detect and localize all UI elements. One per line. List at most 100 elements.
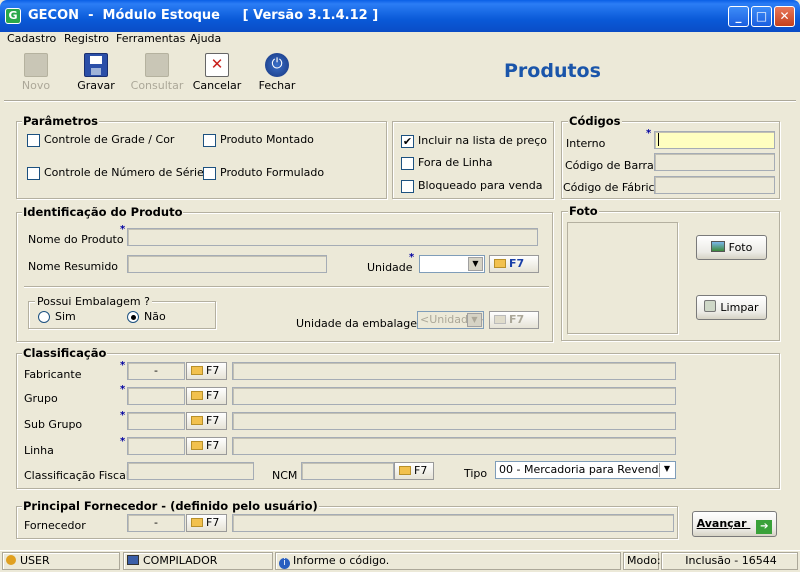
- limpar-button-label: Limpar: [720, 301, 759, 314]
- codigo-fabrica-label: Código de Fábrica: [563, 181, 662, 194]
- novo-label: Novo: [21, 79, 51, 92]
- fornecedor-name-input[interactable]: [232, 514, 674, 532]
- folder-icon: [191, 391, 203, 400]
- limpar-button[interactable]: Limpar: [696, 295, 767, 320]
- chevron-down-icon[interactable]: ▼: [468, 257, 483, 271]
- menu-cadastro[interactable]: Cadastro: [7, 32, 56, 45]
- identificacao-title: Identificação do Produto: [22, 205, 184, 219]
- interno-input[interactable]: [654, 131, 775, 149]
- fornecedor-f7-button[interactable]: F7: [186, 514, 227, 532]
- f7-label: F7: [206, 439, 220, 452]
- unidade-required-mark: *: [409, 252, 415, 263]
- chevron-down-icon[interactable]: ▼: [659, 463, 674, 477]
- controle-serie-checkbox[interactable]: [27, 167, 40, 180]
- nao-label: Não: [144, 310, 166, 323]
- controle-grade-checkbox[interactable]: [27, 134, 40, 147]
- folder-icon: [191, 416, 203, 425]
- sub-grupo-name-input[interactable]: [232, 412, 676, 430]
- unidade-dropdown[interactable]: ▼: [419, 255, 485, 273]
- folder-icon: [494, 315, 506, 324]
- identificacao-divider: [24, 286, 549, 288]
- produto-formulado-checkbox[interactable]: [203, 167, 216, 180]
- nome-resumido-input[interactable]: [127, 255, 327, 273]
- menu-registro[interactable]: Registro: [64, 32, 109, 45]
- codigo-barra-label: Código de Barra: [565, 159, 654, 172]
- sub-grupo-f7-button[interactable]: F7: [186, 412, 227, 430]
- close-button[interactable]: ✕: [774, 6, 795, 27]
- fechar-button[interactable]: ⏻ Fechar: [249, 52, 305, 98]
- linha-f7-button[interactable]: F7: [186, 437, 227, 455]
- tipo-dropdown[interactable]: 00 - Mercadoria para Revenda ▼: [495, 461, 676, 479]
- novo-button[interactable]: Novo: [8, 52, 64, 98]
- consultar-button[interactable]: Consultar: [129, 52, 185, 98]
- unidade-embalagem-f7-button[interactable]: F7: [489, 311, 539, 329]
- fabricante-f7-button[interactable]: F7: [186, 362, 227, 380]
- fora-linha-checkbox[interactable]: [401, 157, 414, 170]
- nome-produto-required-mark: *: [120, 224, 126, 235]
- bloqueado-checkbox[interactable]: [401, 180, 414, 193]
- sim-radio[interactable]: [38, 311, 50, 323]
- classificacao-title: Classificação: [22, 346, 108, 360]
- status-message: i Informe o código.: [275, 552, 621, 570]
- fornecedor-code-input[interactable]: -: [127, 514, 185, 532]
- codigo-fabrica-input[interactable]: [654, 176, 775, 194]
- grupo-required-mark: *: [120, 384, 126, 395]
- codigo-barra-input[interactable]: [654, 153, 775, 171]
- power-icon: ⏻: [265, 53, 289, 77]
- grupo-label: Grupo: [24, 392, 58, 405]
- cancelar-button[interactable]: ✕ Cancelar: [189, 52, 245, 98]
- ncm-label: NCM: [272, 469, 298, 482]
- incluir-lista-checkbox[interactable]: ✔: [401, 135, 414, 148]
- embalagem-title: Possui Embalagem ?: [35, 295, 152, 308]
- unidade-embalagem-dropdown[interactable]: <Unidade> ▼: [417, 311, 484, 329]
- tipo-label: Tipo: [464, 467, 488, 480]
- save-icon: [84, 53, 108, 77]
- classificacao-fiscal-label: Classificação Fiscal: [24, 469, 129, 482]
- folder-icon: [399, 466, 411, 475]
- linha-label: Linha: [24, 444, 54, 457]
- grupo-f7-button[interactable]: F7: [186, 387, 227, 405]
- avancar-label: Avançar: [696, 517, 747, 530]
- maximize-button[interactable]: □: [751, 6, 772, 27]
- app-icon: G: [5, 8, 21, 24]
- unidade-label: Unidade: [367, 261, 413, 274]
- fabricante-name-input[interactable]: [232, 362, 676, 380]
- unidade-f7-button[interactable]: F7: [489, 255, 539, 273]
- f7-label: F7: [206, 389, 220, 402]
- info-icon: i: [279, 558, 290, 569]
- nao-radio[interactable]: [127, 311, 139, 323]
- fabricante-required-mark: *: [120, 360, 126, 371]
- chevron-down-icon[interactable]: ▼: [467, 313, 482, 327]
- grupo-code-input[interactable]: [127, 387, 185, 405]
- search-icon: [145, 53, 169, 77]
- nome-produto-label: Nome do Produto: [28, 233, 124, 246]
- linha-name-input[interactable]: [232, 437, 676, 455]
- status-user: USER: [2, 552, 120, 570]
- menu-ferramentas[interactable]: Ferramentas: [116, 32, 185, 45]
- minimize-button[interactable]: _: [728, 6, 749, 27]
- linha-code-input[interactable]: [127, 437, 185, 455]
- fornecedor-title: Principal Fornecedor - (definido pelo us…: [22, 499, 319, 513]
- fabricante-code-input[interactable]: -: [127, 362, 185, 380]
- foto-button[interactable]: Foto: [696, 235, 767, 260]
- sub-grupo-code-input[interactable]: [127, 412, 185, 430]
- classificacao-fiscal-input[interactable]: [127, 462, 254, 480]
- f7-label: F7: [206, 364, 220, 377]
- nome-produto-input[interactable]: [127, 228, 538, 246]
- gravar-label: Gravar: [77, 79, 115, 92]
- photo-frame: [567, 222, 678, 334]
- sim-label: Sim: [55, 310, 76, 323]
- menu-ajuda[interactable]: Ajuda: [190, 32, 221, 45]
- tipo-selected-value: 00 - Mercadoria para Revenda: [499, 463, 666, 476]
- folder-icon: [494, 259, 506, 268]
- ncm-input[interactable]: [301, 462, 394, 480]
- image-icon: [710, 241, 725, 252]
- grupo-name-input[interactable]: [232, 387, 676, 405]
- avancar-button[interactable]: Avançar ➔: [692, 511, 777, 537]
- ncm-f7-button[interactable]: F7: [394, 462, 434, 480]
- status-computer-text: COMPILADOR: [143, 554, 218, 567]
- gravar-button[interactable]: Gravar: [68, 52, 124, 98]
- linha-required-mark: *: [120, 436, 126, 447]
- produto-montado-checkbox[interactable]: [203, 134, 216, 147]
- toolbar-divider: [4, 100, 796, 102]
